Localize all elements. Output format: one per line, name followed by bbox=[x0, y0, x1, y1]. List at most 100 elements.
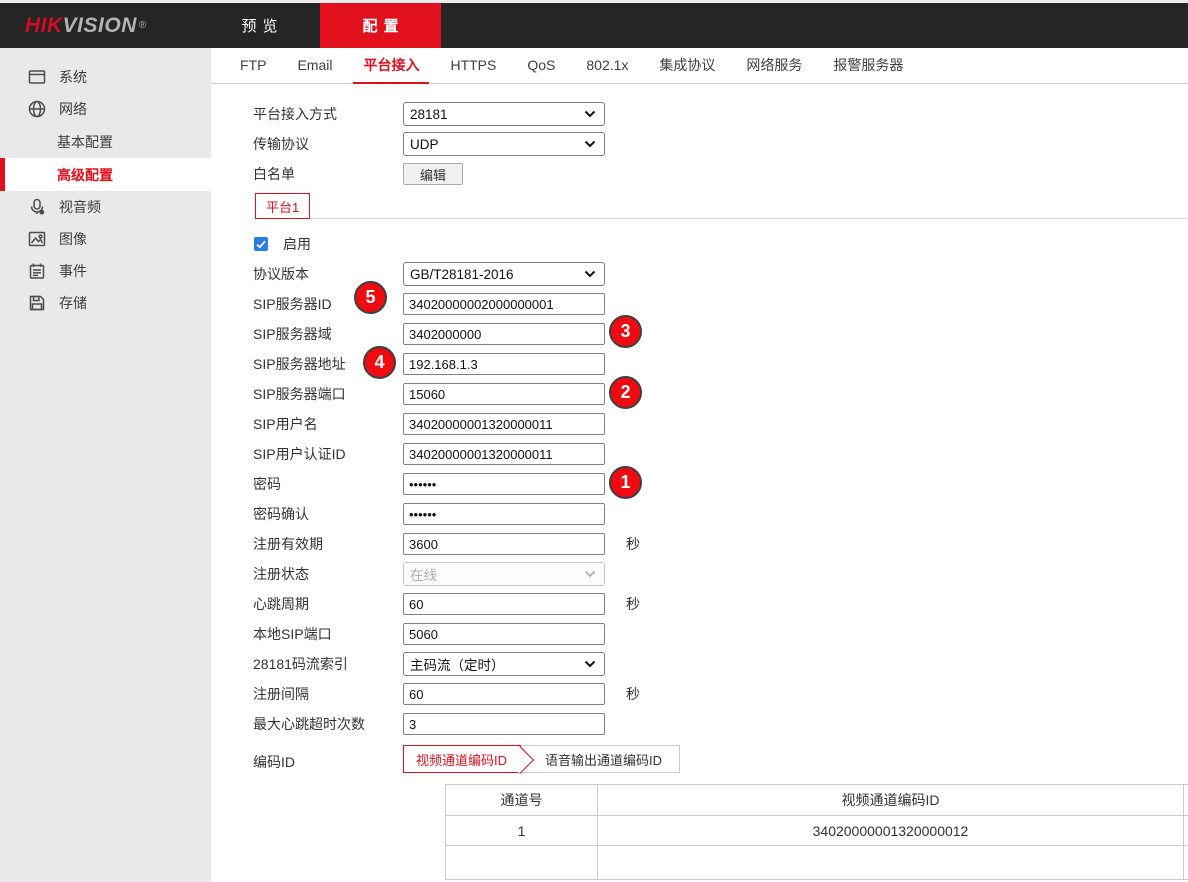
heartbeat-period-input[interactable] bbox=[403, 593, 605, 615]
form-row-sip-server-domain: SIP服务器域 3 bbox=[253, 319, 1188, 349]
tab-integration-protocol[interactable]: 集成协议 bbox=[649, 48, 725, 84]
enable-checkbox[interactable] bbox=[254, 237, 268, 251]
field-label: SIP服务器域 bbox=[253, 324, 403, 344]
field-label: 传输协议 bbox=[253, 134, 403, 154]
select-value: 在线 bbox=[410, 564, 437, 584]
form-row-password: 密码 1 bbox=[253, 469, 1188, 499]
tab-alarm-server[interactable]: 报警服务器 bbox=[823, 48, 913, 84]
tab-ftp[interactable]: FTP bbox=[230, 48, 276, 84]
field-label: 注册有效期 bbox=[253, 534, 403, 554]
sip-auth-id-input[interactable] bbox=[403, 443, 605, 465]
table-row: 1 34020000001320000012 bbox=[446, 816, 1188, 846]
field-label: 编码ID bbox=[253, 745, 403, 772]
channel-number-cell: 1 bbox=[446, 816, 598, 846]
topbar-tab-configuration[interactable]: 配置 bbox=[320, 3, 441, 48]
enable-label: 启用 bbox=[283, 234, 311, 254]
form-row-sip-server-port: SIP服务器端口 2 bbox=[253, 379, 1188, 409]
column-header-video-encoding-id: 视频通道编码ID bbox=[598, 785, 1184, 816]
unit-seconds: 秒 bbox=[626, 534, 640, 554]
field-label: SIP服务器端口 bbox=[253, 384, 403, 404]
encoding-tab-bar: 视频通道编码ID 语音输出通道编码ID bbox=[403, 745, 680, 773]
form-row-protocol-version: 协议版本 GB/T28181-2016 bbox=[253, 259, 1188, 289]
sip-server-port-input[interactable] bbox=[403, 383, 605, 405]
tab-platform-access[interactable]: 平台接入 bbox=[353, 48, 429, 84]
transport-protocol-select[interactable]: UDP bbox=[403, 132, 605, 156]
stream-index-select[interactable]: 主码流（定时） bbox=[403, 652, 605, 676]
field-label: 最大心跳超时次数 bbox=[253, 714, 403, 734]
encoding-id-table: 通道号 视频通道编码ID 1 34020000001320000012 bbox=[445, 784, 1188, 880]
field-label: 密码 bbox=[253, 474, 403, 494]
audio-output-channel-encoding-tab[interactable]: 语音输出通道编码ID bbox=[521, 745, 680, 773]
registration-validity-input[interactable] bbox=[403, 533, 605, 555]
tab-8021x[interactable]: 802.1x bbox=[576, 48, 638, 84]
video-encoding-id-cell[interactable] bbox=[598, 846, 1184, 880]
field-label: 28181码流索引 bbox=[253, 654, 403, 674]
sidebar-item-label: 网络 bbox=[59, 99, 87, 119]
top-bar: HIKVISION® 预览 配置 bbox=[0, 3, 1188, 48]
chevron-down-icon bbox=[584, 660, 596, 668]
form-row-whitelist: 白名单 编辑 bbox=[253, 159, 1188, 189]
hikvision-logo: HIKVISION® bbox=[0, 3, 199, 48]
form-row-heartbeat: 心跳周期 秒 bbox=[253, 589, 1188, 619]
annotation-badge-1: 1 bbox=[609, 466, 642, 499]
platform-tab-row: 平台1 bbox=[253, 193, 1188, 219]
field-label: 平台接入方式 bbox=[253, 104, 403, 124]
protocol-version-select[interactable]: GB/T28181-2016 bbox=[403, 262, 605, 286]
logo-vision-text: VISION bbox=[63, 14, 137, 38]
field-label: 注册状态 bbox=[253, 564, 403, 584]
platform-access-form: 平台接入方式 28181 传输协议 UDP 白名单 编辑 平台1 bbox=[211, 84, 1188, 880]
chevron-down-icon bbox=[584, 270, 596, 278]
main-content: FTP Email 平台接入 HTTPS QoS 802.1x 集成协议 网络服… bbox=[211, 48, 1188, 882]
sip-server-address-input[interactable] bbox=[403, 353, 605, 375]
sidebar-item-video-audio[interactable]: 视音频 bbox=[0, 191, 211, 223]
field-label: SIP用户名 bbox=[253, 414, 403, 434]
sidebar-item-network[interactable]: 网络 bbox=[0, 93, 211, 125]
video-encoding-id-cell[interactable]: 34020000001320000012 bbox=[598, 816, 1184, 846]
encoding-id-row: 编码ID 视频通道编码ID 语音输出通道编码ID bbox=[253, 745, 1188, 775]
sip-server-id-input[interactable] bbox=[403, 293, 605, 315]
unit-seconds: 秒 bbox=[626, 594, 640, 614]
field-label: 协议版本 bbox=[253, 264, 403, 284]
form-row-password-confirm: 密码确认 bbox=[253, 499, 1188, 529]
sidebar-item-event[interactable]: 事件 bbox=[0, 255, 211, 287]
topbar-tab-preview[interactable]: 预览 bbox=[199, 3, 320, 48]
chevron-down-icon bbox=[584, 140, 596, 148]
form-row-sip-server-id: SIP服务器ID 5 bbox=[253, 289, 1188, 319]
platform1-tab[interactable]: 平台1 bbox=[255, 193, 310, 219]
sidebar-item-basic-config[interactable]: 基本配置 bbox=[0, 125, 211, 158]
column-header-channel: 通道号 bbox=[446, 785, 598, 816]
select-value: 主码流（定时） bbox=[410, 654, 505, 674]
form-row-sip-server-address: SIP服务器地址 4 bbox=[253, 349, 1188, 379]
form-row-local-sip-port: 本地SIP端口 bbox=[253, 619, 1188, 649]
tab-qos[interactable]: QoS bbox=[517, 48, 565, 84]
password-confirm-input[interactable] bbox=[403, 503, 605, 525]
sip-server-domain-input[interactable] bbox=[403, 323, 605, 345]
tab-https[interactable]: HTTPS bbox=[440, 48, 506, 84]
sidebar-item-label: 系统 bbox=[59, 67, 87, 87]
sidebar-item-system[interactable]: 系统 bbox=[0, 61, 211, 93]
local-sip-port-input[interactable] bbox=[403, 623, 605, 645]
sip-username-input[interactable] bbox=[403, 413, 605, 435]
registration-interval-input[interactable] bbox=[403, 683, 605, 705]
spacer-cell bbox=[1184, 816, 1188, 846]
sidebar-item-storage[interactable]: 存储 bbox=[0, 287, 211, 319]
platform-access-mode-select[interactable]: 28181 bbox=[403, 102, 605, 126]
form-row-max-heartbeat-timeout: 最大心跳超时次数 bbox=[253, 709, 1188, 739]
whitelist-edit-button[interactable]: 编辑 bbox=[403, 163, 463, 185]
select-value: UDP bbox=[410, 137, 439, 152]
video-channel-encoding-tab[interactable]: 视频通道编码ID bbox=[403, 745, 521, 773]
form-row-stream-index: 28181码流索引 主码流（定时） bbox=[253, 649, 1188, 679]
tab-email[interactable]: Email bbox=[287, 48, 342, 84]
channel-number-cell bbox=[446, 846, 598, 880]
password-input[interactable] bbox=[403, 473, 605, 495]
spacer-cell bbox=[1184, 846, 1188, 880]
microphone-icon bbox=[27, 197, 47, 217]
select-value: GB/T28181-2016 bbox=[410, 267, 514, 282]
max-heartbeat-timeout-input[interactable] bbox=[403, 713, 605, 735]
sidebar-item-advanced-config[interactable]: 高级配置 bbox=[0, 158, 211, 191]
form-row-transport: 传输协议 UDP bbox=[253, 129, 1188, 159]
sidebar-item-image[interactable]: 图像 bbox=[0, 223, 211, 255]
table-row bbox=[446, 846, 1188, 880]
tab-network-service[interactable]: 网络服务 bbox=[736, 48, 812, 84]
logo-hik-text: HIK bbox=[25, 14, 63, 38]
